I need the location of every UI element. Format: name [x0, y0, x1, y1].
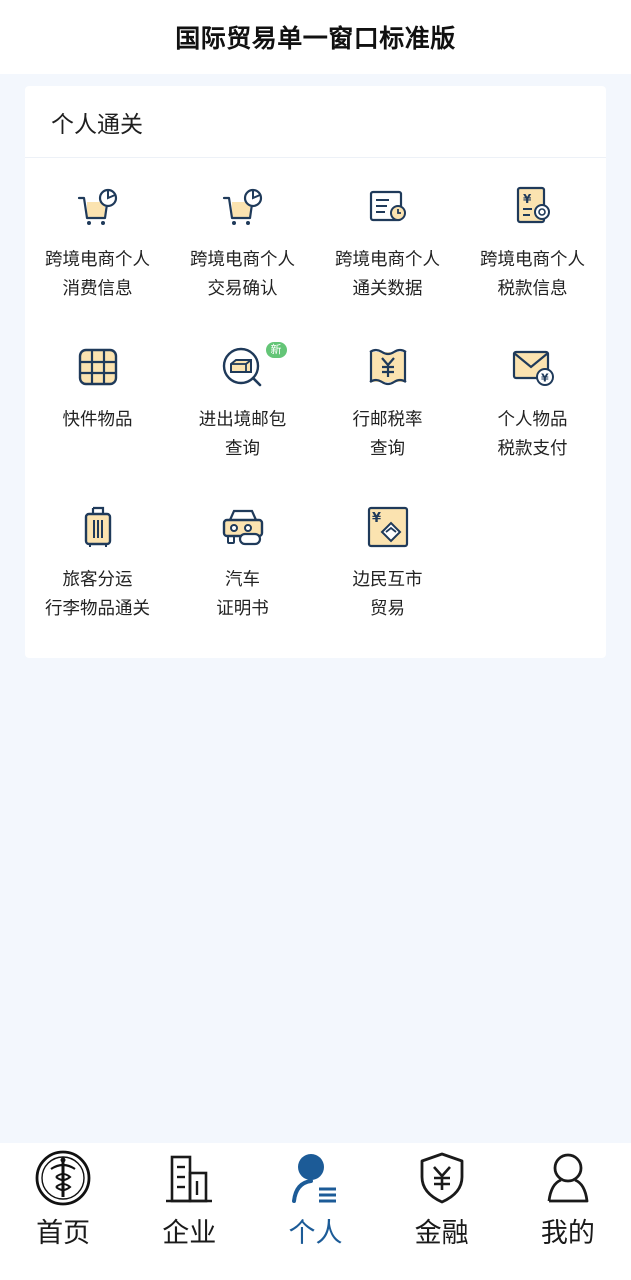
tab-enterprise[interactable]: 企业 [126, 1143, 252, 1280]
tab-label: 我的 [540, 1218, 595, 1249]
service-ecommerce-consumption-info[interactable]: 跨境电商个人 消费信息 [25, 158, 170, 308]
yuan-handshake-icon: ¥ [363, 502, 413, 552]
service-label-line2: 税款信息 [497, 279, 568, 299]
service-label-line2: 证明书 [216, 599, 269, 619]
tab-label: 企业 [162, 1218, 217, 1249]
service-label-line1: 汽车 [225, 570, 260, 590]
yuan-document-search-icon: ¥ [508, 182, 558, 232]
tab-mine[interactable]: 我的 [505, 1143, 631, 1280]
service-ecommerce-transaction-confirm[interactable]: 跨境电商个人 交易确认 [170, 158, 315, 308]
person-list-icon [286, 1149, 344, 1207]
user-icon [539, 1149, 597, 1207]
service-label-line1: 边民互市 [352, 570, 423, 590]
envelope-yuan-icon: ¥ [508, 342, 558, 392]
service-label-line1: 快件物品 [62, 410, 133, 430]
service-ecommerce-clearance-data[interactable]: 跨境电商个人 通关数据 [315, 158, 460, 308]
card-header: 个人通关 [25, 86, 606, 158]
service-label-line2: 消费信息 [62, 279, 133, 299]
service-label-line1: 进出境邮包 [198, 410, 287, 430]
yuan-scroll-icon [363, 342, 413, 392]
service-express-items[interactable]: 快件物品 [25, 318, 170, 468]
service-label-line1: 个人物品 [497, 410, 568, 430]
svg-text:¥: ¥ [541, 372, 549, 385]
service-label-line1: 跨境电商个人 [190, 250, 295, 270]
bottom-tab-bar: 首页 企业 个人 金融 我的 [0, 1143, 631, 1280]
personal-clearance-card: 个人通关 跨境电商个人 消费信息 跨境电商个人 交易确认 跨境电商个人 通关数据… [25, 86, 606, 658]
new-badge: 新 [265, 342, 287, 358]
service-postal-tax-rate-query[interactable]: 行邮税率 查询 [315, 318, 460, 468]
service-label-line2: 交易确认 [207, 279, 278, 299]
service-postal-package-query[interactable]: 新 进出境邮包 查询 [170, 318, 315, 468]
page-title: 国际贸易单一窗口标准版 [175, 24, 456, 53]
service-ecommerce-tax-info[interactable]: ¥ 跨境电商个人 税款信息 [460, 158, 605, 308]
tab-personal[interactable]: 个人 [252, 1143, 378, 1280]
top-bar: 国际贸易单一窗口标准版 [0, 0, 631, 74]
tab-label: 个人 [288, 1218, 343, 1249]
service-border-trade[interactable]: ¥ 边民互市 贸易 [315, 478, 460, 628]
service-label-line2: 查询 [370, 439, 405, 459]
customs-emblem-icon [34, 1149, 92, 1207]
document-clock-icon [363, 182, 413, 232]
svg-text:¥: ¥ [523, 192, 532, 206]
service-car-certificate[interactable]: 汽车 证明书 [170, 478, 315, 628]
service-label-line2: 税款支付 [497, 439, 568, 459]
service-passenger-luggage-clearance[interactable]: 旅客分运 行李物品通关 [25, 478, 170, 628]
car-certificate-icon [218, 502, 268, 552]
service-label-line1: 行邮税率 [352, 410, 423, 430]
service-label-line1: 跨境电商个人 [480, 250, 585, 270]
service-label-line1: 旅客分运 [62, 570, 133, 590]
parcel-box-icon [73, 342, 123, 392]
service-label-line2: 行李物品通关 [45, 599, 150, 619]
package-search-icon: 新 [218, 342, 287, 392]
service-label-line1: 跨境电商个人 [335, 250, 440, 270]
service-label-line2: 通关数据 [352, 279, 423, 299]
cart-chart-icon [218, 182, 268, 232]
service-label-line1: 跨境电商个人 [45, 250, 150, 270]
luggage-icon [73, 502, 123, 552]
cart-chart-icon [73, 182, 123, 232]
building-icon [160, 1149, 218, 1207]
tab-finance[interactable]: 金融 [379, 1143, 505, 1280]
service-label-line2: 贸易 [370, 599, 405, 619]
service-personal-items-tax-payment[interactable]: ¥ 个人物品 税款支付 [460, 318, 605, 468]
tab-home[interactable]: 首页 [0, 1143, 126, 1280]
service-label-line2: 查询 [225, 439, 260, 459]
svg-text:¥: ¥ [372, 511, 381, 526]
section-title: 个人通关 [51, 111, 143, 138]
tab-label: 首页 [36, 1218, 91, 1249]
shield-yuan-icon [413, 1149, 471, 1207]
tab-label: 金融 [414, 1218, 469, 1249]
